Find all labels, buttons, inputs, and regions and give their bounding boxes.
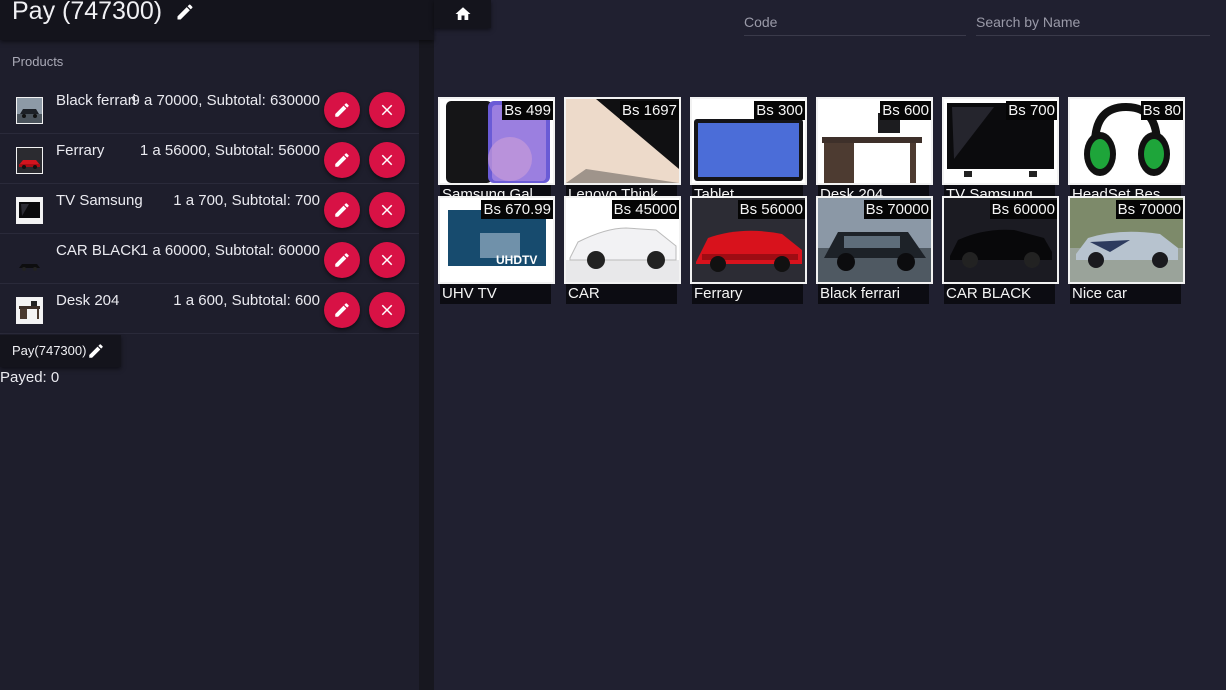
product-card[interactable]: Bs 70000 Nice car	[1068, 196, 1185, 304]
product-name: Black ferrari	[818, 284, 929, 304]
edit-item-button[interactable]	[324, 192, 360, 228]
product-thumbnail	[16, 97, 43, 124]
product-thumbnail	[16, 297, 43, 324]
cart-panel: Products Black ferrari 9 a 70000, Subtot…	[0, 0, 419, 690]
cart-item-name: CAR BLACK	[56, 242, 142, 259]
cart-item-detail: 9 a 70000, Subtotal: 630000	[131, 92, 321, 109]
close-icon	[381, 204, 393, 216]
product-price: Bs 499	[502, 101, 553, 120]
product-price: Bs 70000	[1115, 200, 1183, 219]
product-card[interactable]: Bs 80 HeadSet Best Headphones	[1068, 97, 1185, 205]
cart-item-name: Desk 204	[56, 292, 120, 309]
cart-item-name: TV Samsung	[56, 192, 143, 209]
product-price: Bs 70000	[863, 200, 931, 219]
cart-item-name: Ferrary	[56, 142, 105, 159]
product-name: UHV TV	[440, 284, 551, 304]
product-thumbnail	[16, 197, 43, 224]
close-icon	[381, 104, 393, 116]
cart-item-name: Black ferrari	[56, 92, 137, 109]
close-icon	[381, 304, 393, 316]
edit-item-button[interactable]	[324, 142, 360, 178]
product-price: Bs 300	[754, 101, 805, 120]
pencil-icon	[335, 153, 349, 167]
cart-item-detail: 1 a 60000, Subtotal: 60000	[139, 242, 320, 259]
product-price: Bs 45000	[611, 200, 679, 219]
home-icon	[455, 7, 470, 20]
cart-row: CAR BLACK 1 a 60000, Subtotal: 60000	[0, 234, 419, 284]
pay-button-label: Pay(747300)	[12, 343, 87, 358]
product-card[interactable]: Bs 56000 Ferrary	[690, 196, 807, 304]
remove-item-button[interactable]	[369, 192, 405, 228]
pencil-icon[interactable]	[175, 2, 195, 22]
home-button[interactable]	[434, 0, 491, 28]
product-name: CAR	[566, 284, 677, 304]
cart-item-detail: 1 a 700, Subtotal: 700	[173, 192, 320, 209]
edit-item-button[interactable]	[324, 242, 360, 278]
product-card[interactable]: Bs 300 Tablet	[690, 97, 807, 205]
product-price: Bs 700	[1006, 101, 1057, 120]
remove-item-button[interactable]	[369, 92, 405, 128]
remove-item-button[interactable]	[369, 292, 405, 328]
product-card[interactable]: Bs 45000 CAR	[564, 196, 681, 304]
product-price: Bs 1697	[619, 101, 679, 120]
pencil-icon	[89, 344, 103, 358]
cart-row: Ferrary 1 a 56000, Subtotal: 56000	[0, 134, 419, 184]
cart-row: Desk 204 1 a 600, Subtotal: 600	[0, 284, 419, 334]
product-price: Bs 60000	[989, 200, 1057, 219]
name-search-input[interactable]	[976, 12, 1210, 32]
product-name: CAR BLACK	[944, 284, 1055, 304]
code-input[interactable]	[744, 12, 966, 32]
cart-item-detail: 1 a 600, Subtotal: 600	[173, 292, 320, 309]
pencil-icon	[335, 303, 349, 317]
app-header: Pay (747300)	[0, 0, 434, 40]
product-name: Ferrary	[692, 284, 803, 304]
edit-item-button[interactable]	[324, 92, 360, 128]
products-section-label: Products	[12, 54, 64, 69]
product-name: Nice car	[1070, 284, 1181, 304]
product-price: Bs 80	[1140, 101, 1183, 120]
page-title: Pay (747300)	[12, 0, 163, 25]
product-card[interactable]: Bs 60000 CAR BLACK	[942, 196, 1059, 304]
edit-item-button[interactable]	[324, 292, 360, 328]
product-price: Bs 670.99	[481, 200, 553, 219]
product-price: Bs 600	[880, 101, 931, 120]
cart-item-detail: 1 a 56000, Subtotal: 56000	[139, 142, 320, 159]
remove-item-button[interactable]	[369, 242, 405, 278]
close-icon	[381, 254, 393, 266]
pencil-icon	[335, 103, 349, 117]
svg-text:UHDTV: UHDTV	[496, 253, 537, 267]
product-card[interactable]: UHDTV Bs 670.99 UHV TV	[438, 196, 555, 304]
product-thumbnail	[16, 147, 43, 174]
product-card[interactable]: Bs 600 Desk 204	[816, 97, 933, 205]
pencil-icon	[335, 203, 349, 217]
payed-amount: Payed: 0	[0, 369, 60, 386]
product-card[interactable]: Bs 1697 Lenovo ThinkPad	[564, 97, 681, 205]
pencil-icon	[335, 253, 349, 267]
product-thumbnail	[16, 247, 43, 274]
product-price: Bs 56000	[737, 200, 805, 219]
product-card[interactable]: Bs 499 Samsung Galaxy S10	[438, 97, 555, 205]
product-card[interactable]: Bs 70000 Black ferrari	[816, 196, 933, 304]
cart-row: TV Samsung 1 a 700, Subtotal: 700	[0, 184, 419, 234]
cart-row: Black ferrari 9 a 70000, Subtotal: 63000…	[0, 84, 419, 134]
remove-item-button[interactable]	[369, 142, 405, 178]
product-card[interactable]: Bs 700 TV Samsung	[942, 97, 1059, 205]
name-search	[976, 12, 1210, 36]
code-search	[744, 12, 966, 36]
panel-scrollbar[interactable]	[419, 0, 434, 690]
close-icon	[381, 154, 393, 166]
pay-button[interactable]: Pay(747300)	[0, 335, 121, 367]
